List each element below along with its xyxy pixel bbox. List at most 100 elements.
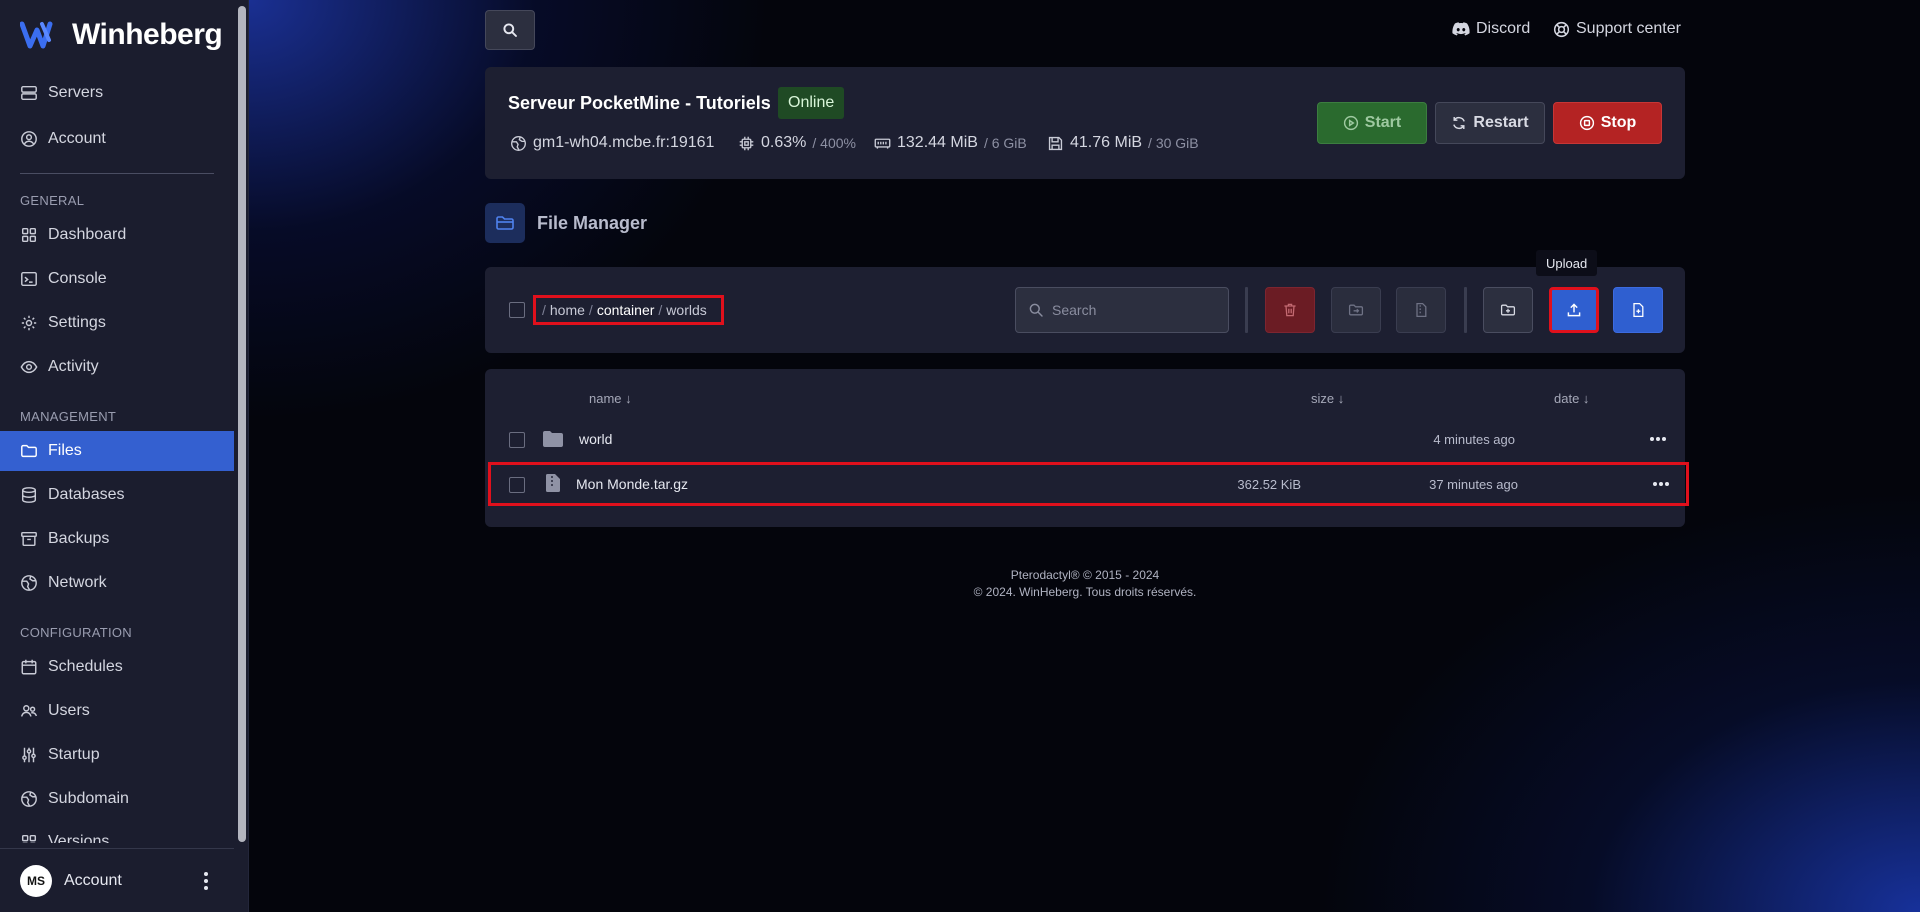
move-button[interactable]	[1331, 287, 1381, 333]
sidebar-item-label: Startup	[48, 746, 100, 763]
sliders-icon	[22, 747, 36, 763]
memory-icon	[874, 138, 891, 149]
discord-link[interactable]: Discord	[1452, 20, 1530, 38]
sidebar-item-activity[interactable]: Activity	[0, 347, 234, 387]
sidebar-item-users[interactable]: Users	[0, 691, 234, 731]
server-title: Serveur PocketMine - Tutoriels	[508, 93, 771, 113]
sidebar-scrollbar[interactable]	[238, 6, 246, 842]
support-center-link[interactable]: Support center	[1553, 20, 1681, 38]
folder-open-icon	[496, 216, 514, 230]
file-date: 37 minutes ago	[1429, 477, 1518, 492]
sidebar-item-startup[interactable]: Startup	[0, 735, 234, 775]
search-icon	[503, 23, 517, 37]
row-checkbox[interactable]	[509, 477, 525, 493]
sidebar-item-label: Users	[48, 702, 90, 719]
breadcrumb-separator: /	[588, 302, 593, 318]
winheberg-logo-icon	[20, 21, 53, 49]
archive-icon	[21, 531, 37, 547]
cpu-value: 0.63%	[761, 134, 807, 151]
section-management-title: MANAGEMENT	[20, 409, 117, 424]
globe-icon	[511, 135, 526, 151]
account-footer[interactable]: MS Account	[0, 848, 234, 912]
table-row[interactable]: world 4 minutes ago	[485, 417, 1685, 461]
column-header-date[interactable]: date ↓	[1554, 391, 1589, 406]
brand-name: Winheberg	[72, 18, 223, 51]
account-label: Account	[64, 871, 122, 889]
sidebar-item-label: Schedules	[48, 658, 123, 675]
search-icon	[1029, 303, 1043, 317]
delete-button[interactable]	[1265, 287, 1315, 333]
start-button[interactable]: Start	[1317, 102, 1427, 144]
file-name: Mon Monde.tar.gz	[576, 476, 689, 492]
sidebar-item-label: Console	[48, 270, 107, 287]
more-vertical-icon[interactable]	[196, 869, 216, 893]
column-header-name[interactable]: name ↓	[589, 391, 632, 406]
new-file-button[interactable]	[1613, 287, 1663, 333]
restart-button[interactable]: Restart	[1435, 102, 1545, 144]
memory-usage: 132.44 MiB / 6 GiB	[874, 134, 1027, 152]
breadcrumb-home[interactable]: home	[550, 302, 585, 318]
more-horizontal-icon[interactable]	[1648, 434, 1668, 444]
global-search-button[interactable]	[485, 10, 535, 50]
breadcrumb-separator: /	[658, 302, 663, 318]
globe-icon	[21, 791, 37, 807]
folder-icon	[21, 444, 37, 458]
memory-limit: / 6 GiB	[983, 135, 1027, 151]
trash-icon	[1284, 303, 1296, 317]
row-checkbox[interactable]	[509, 432, 525, 448]
file-search-box[interactable]	[1015, 287, 1229, 333]
archive-button[interactable]	[1396, 287, 1446, 333]
brand-logo[interactable]: Winheberg	[20, 18, 223, 52]
sidebar-item-settings[interactable]: Settings	[0, 303, 234, 343]
sidebar-item-console[interactable]: Console	[0, 259, 234, 299]
section-general-title: GENERAL	[20, 193, 85, 208]
column-header-size[interactable]: size ↓	[1311, 391, 1344, 406]
calendar-icon	[21, 659, 37, 675]
breadcrumb: / home / container / worlds	[533, 295, 724, 325]
server-address-value: gm1-wh04.mcbe.fr:19161	[533, 134, 715, 151]
avatar: MS	[20, 864, 52, 897]
disk-value: 41.76 MiB	[1070, 134, 1143, 151]
file-search-input[interactable]	[1052, 302, 1212, 318]
sidebar-item-schedules[interactable]: Schedules	[0, 647, 234, 687]
table-row[interactable]: Mon Monde.tar.gz 362.52 KiB 37 minutes a…	[488, 462, 1689, 506]
save-icon	[1048, 136, 1063, 150]
sidebar: Winheberg Servers Account GENERAL Dashbo…	[0, 0, 249, 912]
page-footer: Pterodactyl® © 2015 - 2024 © 2024. WinHe…	[900, 567, 1270, 601]
sidebar-item-files[interactable]: Files	[0, 431, 234, 471]
sidebar-item-subdomain[interactable]: Subdomain	[0, 779, 234, 819]
more-horizontal-icon[interactable]	[1651, 479, 1671, 489]
gear-icon	[21, 315, 37, 331]
sidebar-item-label: Network	[48, 574, 107, 591]
stop-circle-icon	[1579, 115, 1594, 131]
database-icon	[21, 487, 37, 503]
folder-plus-icon	[1500, 304, 1516, 316]
sidebar-item-servers[interactable]: Servers	[0, 73, 234, 113]
upload-button[interactable]	[1549, 287, 1599, 333]
breadcrumb-worlds[interactable]: worlds	[666, 302, 706, 318]
footer-line-2: © 2024. WinHeberg. Tous droits réservés.	[973, 585, 1197, 599]
file-plus-icon	[1633, 302, 1644, 318]
sidebar-item-dashboard[interactable]: Dashboard	[0, 215, 234, 255]
file-manager-icon-box	[485, 203, 525, 243]
stop-button[interactable]: Stop	[1553, 102, 1662, 144]
sidebar-item-account[interactable]: Account	[0, 119, 234, 159]
breadcrumb-container[interactable]: container	[597, 302, 655, 318]
cpu-usage: 0.63% / 400%	[738, 134, 856, 152]
refresh-icon	[1453, 116, 1466, 130]
restart-label: Restart	[1473, 114, 1529, 131]
sidebar-item-label: Versions	[48, 833, 110, 843]
globe-icon	[21, 575, 37, 591]
new-folder-button[interactable]	[1483, 287, 1533, 333]
select-all-checkbox[interactable]	[509, 302, 525, 318]
terminal-icon	[21, 271, 37, 287]
play-circle-icon	[1343, 115, 1358, 131]
sidebar-item-databases[interactable]: Databases	[0, 475, 234, 515]
memory-value: 132.44 MiB	[897, 134, 978, 151]
sidebar-item-versions[interactable]: Versions	[0, 823, 234, 843]
sidebar-item-network[interactable]: Network	[0, 563, 234, 603]
sidebar-item-label: Dashboard	[48, 226, 127, 243]
sidebar-item-label: Servers	[48, 84, 104, 101]
lifebuoy-icon	[1553, 21, 1570, 37]
sidebar-item-backups[interactable]: Backups	[0, 519, 234, 559]
